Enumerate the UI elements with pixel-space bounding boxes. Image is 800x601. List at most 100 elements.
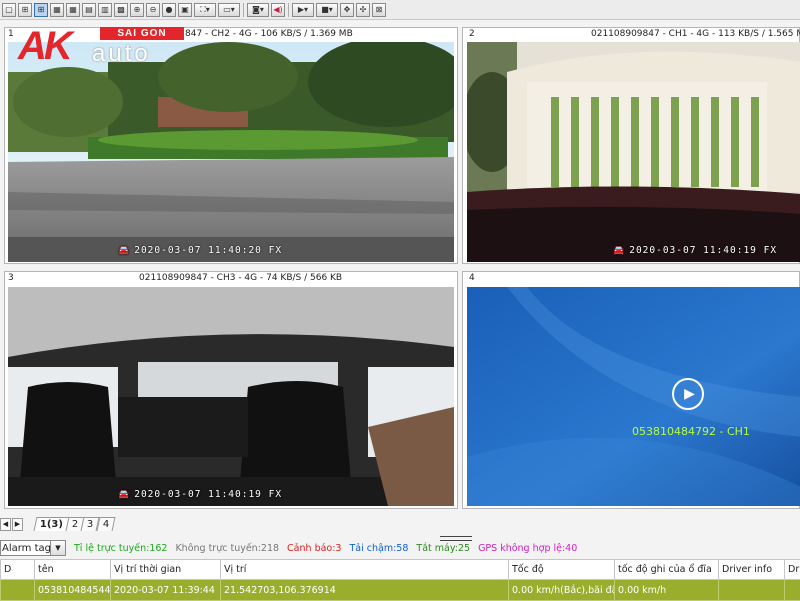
warning-count[interactable]: Cảnh báo:3 [287, 543, 341, 554]
engine-off-count[interactable]: Tắt máy:25 [416, 543, 470, 554]
timestamp-overlay: 🚘2020-03-07 11:40:20 FX [118, 245, 282, 256]
camera-view: 🚘2020-03-07 11:40:19 FX [467, 42, 800, 262]
settings-button[interactable]: ✣ [356, 3, 370, 17]
column-header-id[interactable]: D [1, 560, 35, 580]
timestamp-text: 2020-03-07 11:40:19 FX [134, 489, 282, 500]
pane-number: 2 [469, 29, 475, 39]
cell-speed: 0.00 km/h(Bắc),bãi đậu [509, 580, 615, 601]
gps-invalid-count[interactable]: GPS không hợp lệ:40 [478, 543, 577, 554]
alarm-tag-select[interactable]: Alarm tag ▼ [0, 540, 66, 556]
grid-16-icon: ▤ [85, 6, 93, 14]
layout-4-button[interactable]: ⊞ [18, 3, 32, 17]
zoom-out-button[interactable]: ⊖ [146, 3, 160, 17]
grid-6-icon: ⊞ [38, 6, 45, 14]
play-icon: ▶▾ [298, 6, 308, 14]
pane-caption: 021108909847 - CH1 - 4G - 113 KB/S / 1.5… [591, 29, 800, 39]
snapshot-button[interactable]: ▣ [178, 3, 192, 17]
slow-upload-count[interactable]: Tải chậm:58 [349, 543, 408, 554]
layout-8-button[interactable]: ▦ [50, 3, 64, 17]
layout-1-button[interactable]: ▢ [2, 3, 16, 17]
chevron-down-icon: ▼ [50, 541, 65, 555]
volume-button[interactable]: ◀) [271, 3, 285, 17]
grid-8-icon: ▦ [53, 6, 61, 14]
layout-custom-button[interactable]: ▥ [98, 3, 112, 17]
record-button[interactable]: ● [162, 3, 176, 17]
layout-dense-button[interactable]: ▩ [114, 3, 128, 17]
cell-driver-info [719, 580, 785, 601]
cell-position: 21.542703,106.376914 [221, 580, 509, 601]
tab-page-1[interactable]: 1(3) [34, 517, 70, 531]
page-tabs: ◀ ▶ 1(3) 2 3 4 [0, 516, 800, 532]
grid-4-icon: ⊞ [22, 6, 29, 14]
pane-caption: 847 - CH2 - 4G - 106 KB/S / 1.369 MB [185, 29, 353, 39]
layout-6-button[interactable]: ⊞ [34, 3, 48, 17]
column-header-position[interactable]: Vị trí [221, 560, 509, 580]
zoom-in-button[interactable]: ⊕ [130, 3, 144, 17]
display-mode-dropdown[interactable]: ▭▾ [218, 3, 240, 17]
idle-channel-label: 053810484792 - CH1 [632, 425, 750, 438]
logo-auto-text: auto [92, 40, 151, 68]
alarm-tag-value: Alarm tag [1, 543, 51, 554]
column-header-name[interactable]: tên [35, 560, 111, 580]
zoom-in-icon: ⊕ [134, 6, 141, 14]
tab-next-button[interactable]: ▶ [12, 518, 23, 531]
cell-disk-speed: 0.00 km/h [615, 580, 719, 601]
grid-9-icon: ▦ [69, 6, 77, 14]
offline-count[interactable]: Không trực tuyến:218 [175, 543, 279, 554]
car-icon: 🚘 [118, 490, 130, 500]
ptz-button[interactable]: ✥ [340, 3, 354, 17]
car-icon: 🚘 [613, 246, 625, 256]
pane-number: 4 [469, 273, 475, 283]
table-row[interactable]: 053810484544 2020-03-07 11:39:44 21.5427… [1, 580, 800, 601]
column-header-disk-speed[interactable]: tốc độ ghi của ổ đĩa [615, 560, 719, 580]
pane-number: 3 [8, 273, 14, 283]
column-header-speed[interactable]: Tốc độ [509, 560, 615, 580]
triangle-right-icon: ▶ [15, 520, 20, 528]
cell-name: 053810484544 [35, 580, 111, 601]
status-bar: Alarm tag ▼ Tỉ lệ trực tuyến:162 Không t… [0, 538, 800, 558]
idle-view: ▶ 053810484792 - CH1 [467, 287, 800, 506]
cell-extra [785, 580, 800, 601]
cell-id [1, 580, 35, 601]
cabin-scene-image [8, 287, 454, 506]
cell-position-time: 2020-03-07 11:39:44 [111, 580, 221, 601]
pane-caption: 021108909847 - CH3 - 4G - 74 KB/S / 566 … [139, 273, 342, 283]
toolbar-divider [288, 3, 289, 17]
play-icon: ▶ [684, 386, 695, 402]
capture-dropdown[interactable]: ◙▾ [247, 3, 269, 17]
play-button[interactable]: ▶ [672, 378, 704, 410]
close-icon: ⊠ [376, 6, 383, 14]
play-dropdown[interactable]: ▶▾ [292, 3, 314, 17]
tab-prev-button[interactable]: ◀ [0, 518, 11, 531]
timestamp-overlay: 🚘 2020-03-07 11:40:19 FX [118, 489, 282, 500]
stop-dropdown[interactable]: ■▾ [316, 3, 338, 17]
move-icon: ✥ [344, 6, 351, 14]
layout-9-button[interactable]: ▦ [66, 3, 80, 17]
tab-page-4[interactable]: 4 [96, 517, 115, 531]
idle-background [467, 287, 800, 506]
close-all-button[interactable]: ⊠ [372, 3, 386, 17]
gate-scene-image [467, 42, 800, 262]
monitor-icon: ▭▾ [223, 6, 235, 14]
logo-region-text: SAI GON [100, 27, 184, 40]
vehicle-table: D tên Vị trí thời gian Vị trí Tốc độ tốc… [0, 559, 800, 601]
grid-custom-icon: ▥ [101, 6, 109, 14]
triangle-left-icon: ◀ [3, 520, 8, 528]
record-icon: ● [166, 6, 173, 14]
square-icon: ▢ [5, 6, 13, 14]
online-count[interactable]: Tỉ lệ trực tuyến:162 [74, 543, 167, 554]
toolbar-divider [243, 3, 244, 17]
timestamp-overlay: 🚘2020-03-07 11:40:19 FX [613, 245, 777, 256]
brand-logo: AK SAI GON auto [10, 22, 185, 77]
zoom-out-icon: ⊖ [150, 6, 157, 14]
fullscreen-dropdown[interactable]: ⛶▾ [194, 3, 216, 17]
layout-16-button[interactable]: ▤ [82, 3, 96, 17]
column-header-position-time[interactable]: Vị trí thời gian [111, 560, 221, 580]
column-header-extra[interactable]: Dr [785, 560, 800, 580]
video-pane-4[interactable]: 4 ▶ 053810484792 - CH1 [462, 271, 800, 509]
column-header-driver-info[interactable]: Driver info [719, 560, 785, 580]
tools-icon: ✣ [360, 6, 367, 14]
camera-view: 🚘 2020-03-07 11:40:19 FX [8, 287, 454, 506]
video-pane-2[interactable]: 2 021108909847 - CH1 - 4G - 113 KB/S / 1… [462, 27, 800, 264]
video-pane-3[interactable]: 3 021108909847 - CH3 - 4G - 74 KB/S / 56… [4, 271, 458, 509]
